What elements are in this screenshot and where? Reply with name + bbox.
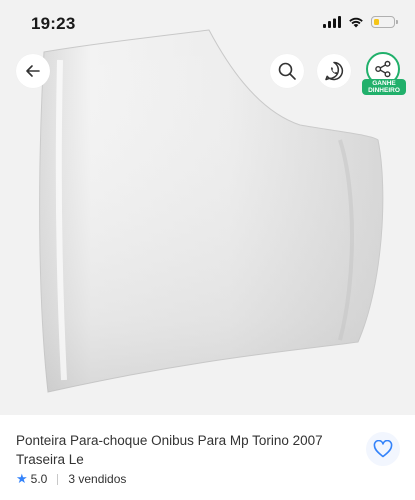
status-bar: 19:23	[0, 0, 415, 44]
rating-separator	[57, 473, 59, 485]
status-icons	[323, 16, 398, 28]
wifi-icon	[349, 17, 363, 28]
star-icon: ★	[16, 471, 28, 486]
share-earn-button[interactable]: GANHE DINHEIRO	[362, 52, 406, 96]
bumper-part-image	[39, 29, 384, 393]
rating-value: 5.0	[30, 472, 48, 486]
product-title: Ponteira Para-choque Onibus Para Mp Tori…	[16, 433, 323, 467]
back-button[interactable]	[16, 54, 50, 88]
whatsapp-share-button[interactable]	[317, 54, 351, 88]
heart-icon	[373, 440, 393, 458]
favorite-button[interactable]	[366, 432, 400, 466]
search-icon	[278, 62, 296, 80]
whatsapp-icon	[325, 61, 344, 81]
product-details: Ponteira Para-choque Onibus Para Mp Tori…	[0, 415, 415, 500]
share-icon	[375, 60, 391, 78]
earn-badge-line1: GANHE	[372, 80, 396, 87]
back-arrow-icon	[26, 65, 40, 77]
earn-money-badge: GANHE DINHEIRO	[362, 79, 406, 95]
product-rating[interactable]: ★ 5.0 3 vendidos	[16, 471, 126, 487]
search-button[interactable]	[270, 54, 304, 88]
signal-icon	[323, 16, 341, 28]
battery-level	[373, 18, 379, 25]
product-image[interactable]	[0, 0, 415, 415]
status-time: 19:23	[31, 14, 76, 33]
sold-count: 3 vendidos	[68, 472, 127, 486]
earn-badge-line2: DINHEIRO	[368, 87, 400, 94]
battery-icon	[371, 16, 398, 28]
